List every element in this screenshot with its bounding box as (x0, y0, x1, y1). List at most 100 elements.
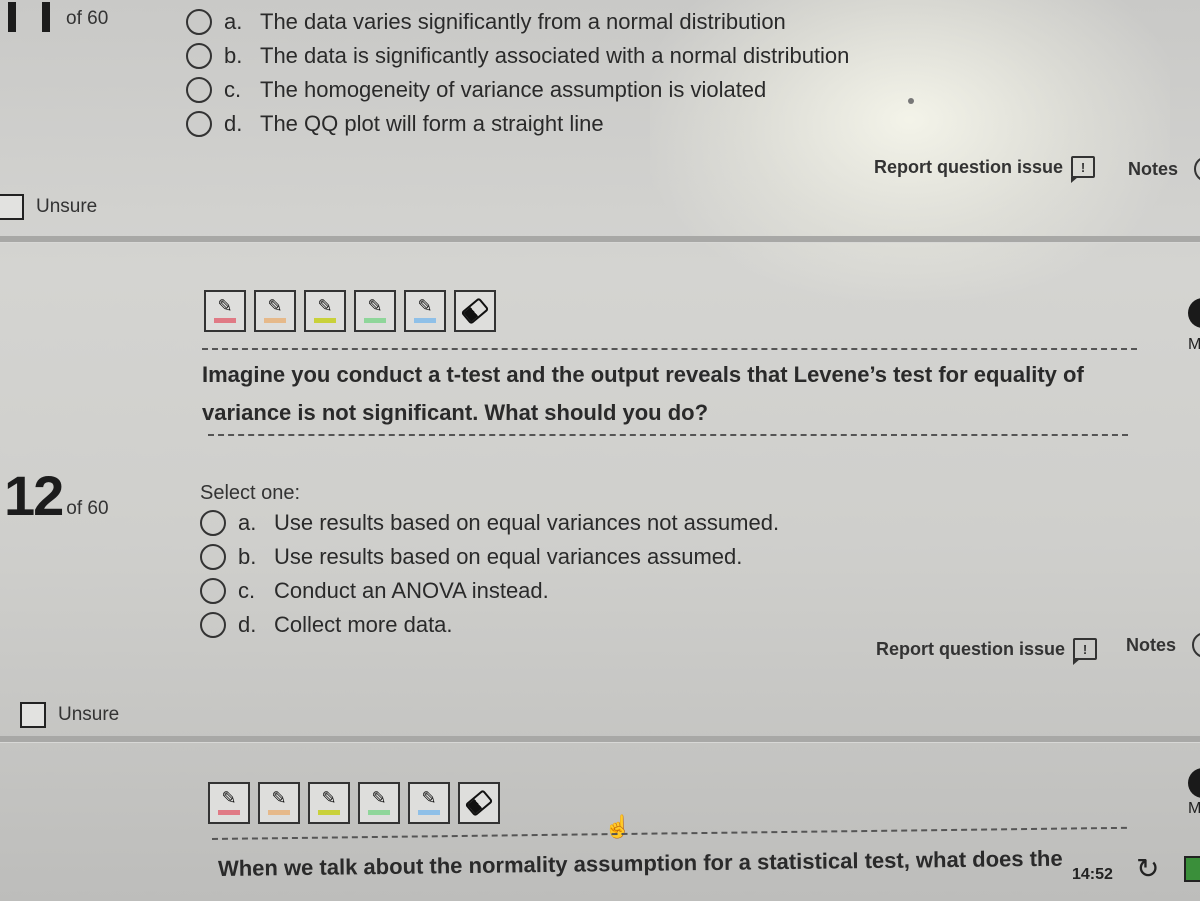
nav-circle-icon[interactable] (1188, 298, 1200, 328)
pen-yellow-button[interactable]: ✎ (304, 290, 346, 332)
report-label: Report question issue (874, 156, 1064, 177)
notes-label: Notes (1128, 158, 1179, 179)
notes-label: Notes (1126, 634, 1177, 655)
highlighter-toolbar: ✎ ✎ ✎ ✎ ✎ (208, 782, 500, 824)
pen-red-button[interactable]: ✎ (204, 290, 246, 332)
option-c[interactable]: c. Conduct an ANOVA instead. (200, 574, 779, 608)
hand-cursor-icon: ☝ (604, 814, 632, 839)
pen-blue-button[interactable]: ✎ (404, 290, 446, 332)
pencil-icon: ✎ (367, 295, 383, 316)
dust-spot (908, 98, 914, 104)
question-number-fragment (42, 2, 50, 32)
question-divider (0, 236, 1200, 243)
option-a[interactable]: a. The data varies significantly from a n… (186, 5, 849, 39)
notes-button[interactable]: Notes + (1128, 156, 1200, 182)
question-12-counter: 12 of 60 (4, 464, 109, 527)
radio-button[interactable] (200, 544, 226, 570)
question-of-total: of 60 (66, 8, 109, 29)
option-text: Conduct an ANOVA instead. (274, 578, 549, 603)
option-d[interactable]: d. The QQ plot will form a straight line (186, 107, 849, 141)
prompt-line: variance is not significant. What should… (202, 400, 709, 425)
radio-button[interactable] (186, 9, 212, 35)
color-swatch-red (214, 318, 236, 323)
option-letter: a. (238, 510, 257, 535)
radio-button[interactable] (200, 510, 226, 536)
pencil-icon: ✎ (417, 295, 433, 316)
option-a[interactable]: a. Use results based on equal variances n… (200, 506, 779, 540)
report-question-issue-link[interactable]: Report question issue ! (874, 156, 1096, 183)
pencil-icon: ✎ (317, 295, 333, 316)
pen-green-button[interactable]: ✎ (358, 782, 400, 824)
eraser-icon (464, 789, 494, 817)
eraser-icon (460, 297, 490, 325)
unsure-checkbox[interactable]: Unsure (0, 194, 97, 220)
option-text: Use results based on equal variances not… (274, 510, 780, 535)
option-letter: c. (224, 77, 242, 102)
eraser-button[interactable] (458, 782, 500, 824)
refresh-icon[interactable]: ↻ (1136, 852, 1159, 885)
option-text: The homogeneity of variance assumption i… (260, 77, 767, 102)
option-b[interactable]: b. Use results based on equal variances a… (200, 540, 779, 574)
pen-green-button[interactable]: ✎ (354, 290, 396, 332)
color-swatch-green (364, 318, 386, 323)
unsure-label: Unsure (58, 704, 120, 725)
plus-icon: + (1192, 632, 1200, 658)
prompt-bottom-border (208, 434, 1128, 436)
color-swatch-red (218, 810, 240, 815)
color-swatch-yellow (318, 810, 340, 815)
report-issue-icon: ! (1073, 638, 1098, 665)
question-13-prompt: When we talk about the normality assumpt… (217, 845, 1063, 881)
option-letter: b. (238, 544, 257, 569)
report-question-issue-link[interactable]: Report question issue ! (876, 638, 1098, 665)
report-label: Report question issue (876, 638, 1066, 659)
option-text: The QQ plot will form a straight line (260, 111, 604, 136)
color-swatch-green (368, 810, 390, 815)
pen-red-button[interactable]: ✎ (208, 782, 250, 824)
select-one-label: Select one: (200, 482, 301, 504)
option-d[interactable]: d. Collect more data. (200, 608, 779, 642)
pen-yellow-button[interactable]: ✎ (308, 782, 350, 824)
option-text: Use results based on equal variances ass… (274, 544, 743, 569)
option-letter: b. (224, 43, 243, 68)
pen-orange-button[interactable]: ✎ (258, 782, 300, 824)
pencil-icon: ✎ (267, 295, 283, 316)
question-number: 12 (4, 464, 64, 527)
checkbox[interactable] (20, 702, 46, 728)
option-text: Collect more data. (274, 612, 453, 637)
pencil-icon: ✎ (421, 787, 437, 808)
radio-button[interactable] (200, 578, 226, 604)
color-swatch-blue (418, 810, 440, 815)
notes-button[interactable]: Notes + (1126, 632, 1200, 658)
radio-button[interactable] (186, 111, 212, 137)
unsure-label: Unsure (36, 196, 98, 217)
option-c[interactable]: c. The homogeneity of variance assumption… (186, 73, 849, 107)
option-b[interactable]: b. The data is significantly associated w… (186, 39, 849, 73)
unsure-checkbox[interactable]: Unsure (20, 702, 119, 728)
question-12-prompt: Imagine you conduct a t-test and the out… (202, 356, 1084, 432)
color-swatch-blue (414, 318, 436, 323)
prompt-line: Imagine you conduct a t-test and the out… (202, 362, 1084, 387)
color-swatch-orange (264, 318, 286, 323)
pen-orange-button[interactable]: ✎ (254, 290, 296, 332)
question-divider (0, 736, 1200, 743)
pencil-icon: ✎ (221, 787, 237, 808)
radio-button[interactable] (200, 612, 226, 638)
edge-label: M (1188, 336, 1200, 353)
color-swatch-yellow (314, 318, 336, 323)
question-11-options: a. The data varies significantly from a n… (186, 5, 849, 141)
radio-button[interactable] (186, 77, 212, 103)
option-letter: d. (224, 111, 243, 136)
question-12-options: a. Use results based on equal variances n… (200, 506, 779, 642)
nav-circle-icon[interactable] (1188, 768, 1200, 798)
prompt-top-border (202, 348, 1137, 350)
checkbox[interactable] (0, 194, 24, 220)
option-text: The data varies significantly from a nor… (260, 9, 786, 34)
prompt-top-border (211, 826, 1127, 840)
pencil-icon: ✎ (321, 787, 337, 808)
pen-blue-button[interactable]: ✎ (408, 782, 450, 824)
pencil-icon: ✎ (217, 295, 233, 316)
pencil-icon: ✎ (371, 787, 387, 808)
radio-button[interactable] (186, 43, 212, 69)
edge-label: M (1188, 800, 1200, 817)
eraser-button[interactable] (454, 290, 496, 332)
